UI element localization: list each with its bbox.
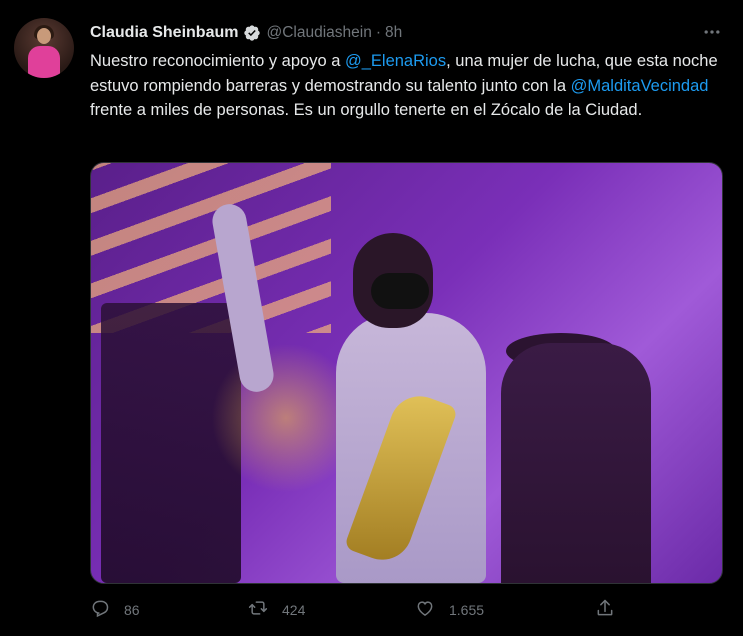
avatar-body [28,46,60,78]
tweet-text-part: Nuestro reconocimiento y apoyo a [90,52,345,70]
reply-count: 86 [124,601,140,618]
share-button[interactable] [595,598,615,621]
reply-icon [90,598,110,621]
share-icon [595,598,615,621]
avatar-face [37,28,51,44]
tweet-timestamp[interactable]: 8h [385,24,402,42]
guitarist [501,343,651,583]
heart-icon [415,598,435,621]
like-button[interactable]: 1.655 [415,598,484,621]
retweet-icon [248,598,268,621]
tweet[interactable]: Claudia Sheinbaum @Claudiashein · 8h Nue… [0,0,743,636]
performer-mask [371,273,429,309]
mention-elena-rios[interactable]: @_ElenaRios [345,52,446,70]
more-icon[interactable] [700,22,724,42]
tweet-actions: 86 424 1.655 [90,598,690,622]
retweet-button[interactable]: 424 [248,598,305,621]
author-handle[interactable]: @Claudiashein [266,24,371,42]
author-name[interactable]: Claudia Sheinbaum [90,24,238,42]
mention-maldita-vecindad[interactable]: @MalditaVecindad [571,77,709,95]
verified-badge-icon [243,24,261,42]
avatar[interactable] [14,18,74,78]
retweet-count: 424 [282,601,306,618]
reply-button[interactable]: 86 [90,598,140,621]
separator-dot: · [375,24,381,41]
tweet-header: Claudia Sheinbaum @Claudiashein · 8h [90,22,402,44]
tweet-text-part: frente a miles de personas. Es un orgull… [90,101,643,119]
tweet-text: Nuestro reconocimiento y apoyo a @_Elena… [90,49,725,123]
tweet-photo[interactable] [90,162,723,584]
like-count: 1.655 [449,601,485,618]
